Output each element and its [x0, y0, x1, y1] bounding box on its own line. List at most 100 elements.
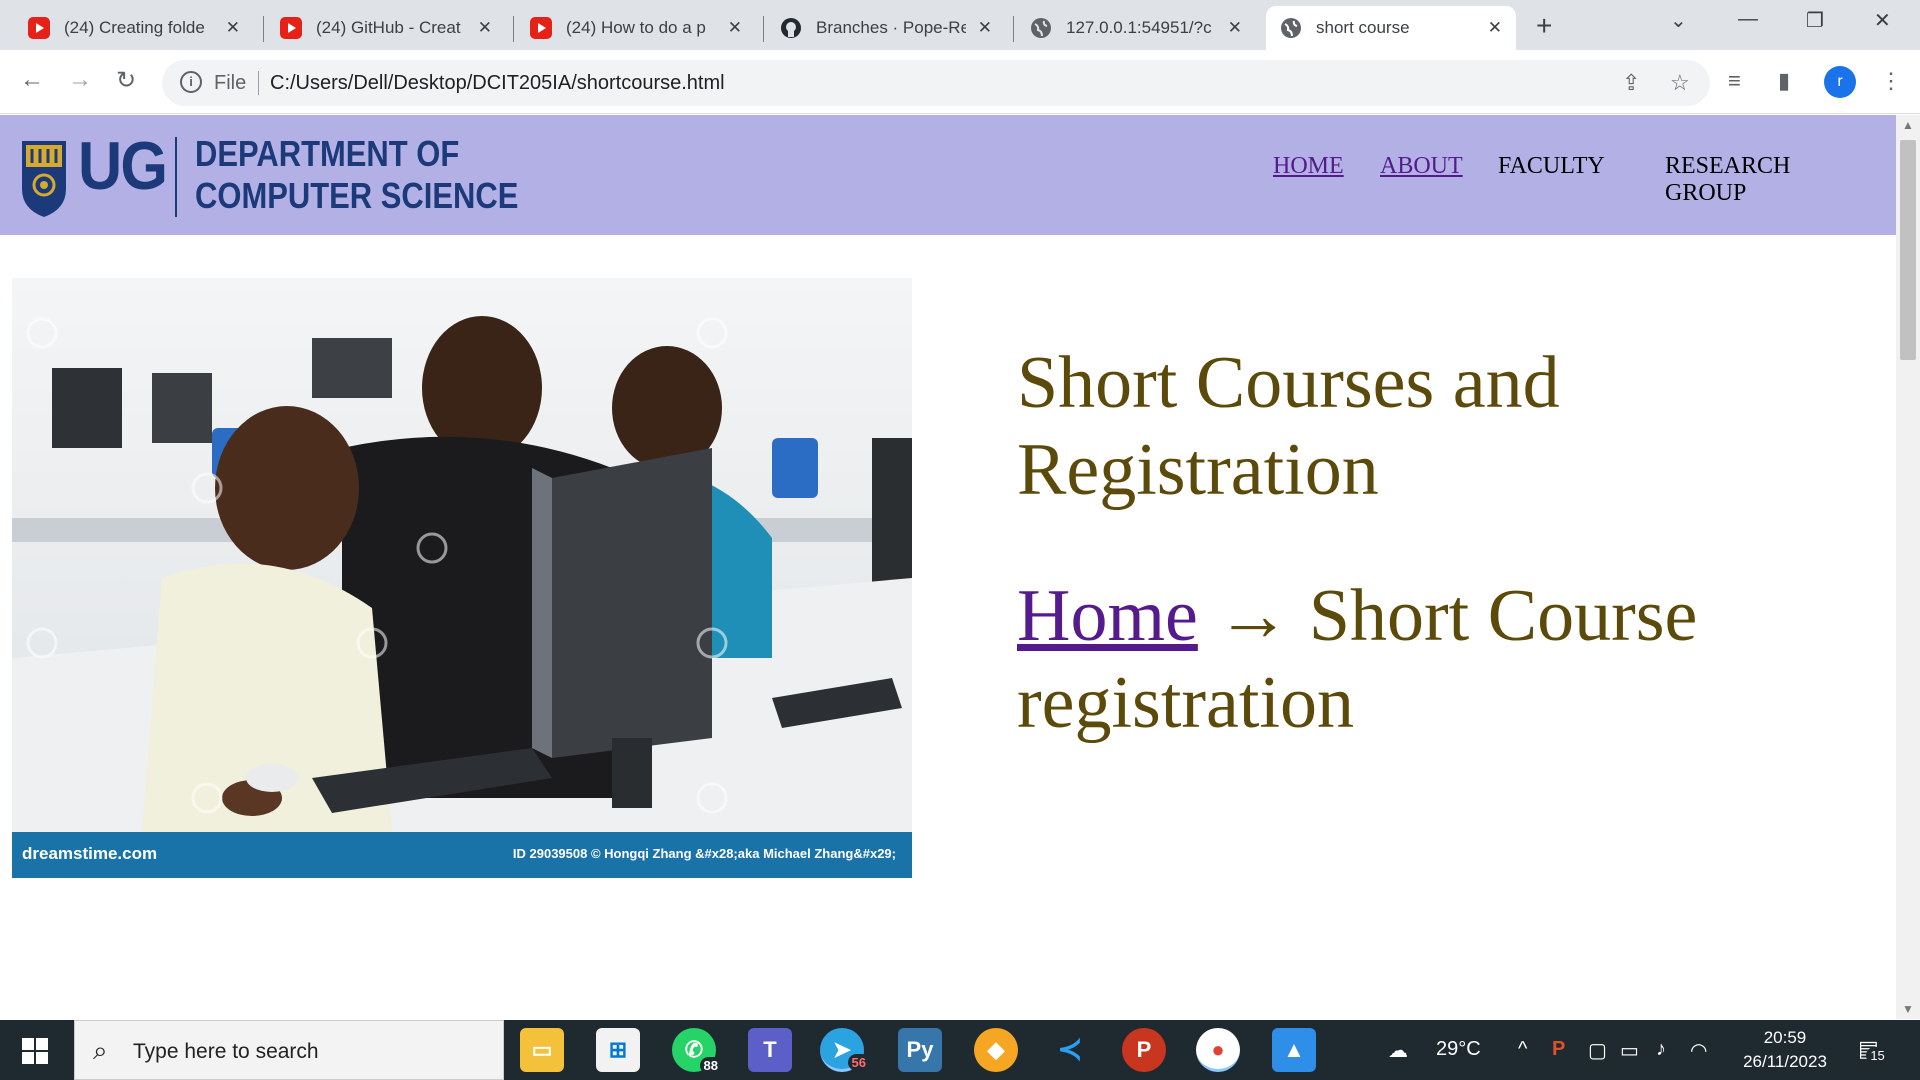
psiphon-icon[interactable]: P [1122, 1028, 1166, 1072]
taskbar-search[interactable]: ⌕ Type here to search [74, 1020, 504, 1080]
tab-title: Branches · Pope-Re [816, 18, 966, 37]
photos-icon[interactable]: ▲ [1272, 1028, 1316, 1072]
breadcrumb-arrow: → [1216, 575, 1291, 657]
menu-dots-icon[interactable]: ⋮ [1880, 68, 1902, 94]
address-bar[interactable]: i File C:/Users/Dell/Desktop/DCIT205IA/s… [162, 60, 1710, 106]
department-line-2: COMPUTER SCIENCE [195, 175, 519, 216]
side-panel-icon[interactable]: ▮ [1778, 68, 1790, 94]
restore-button[interactable]: ❐ [1806, 8, 1824, 33]
youtube-icon [28, 17, 50, 39]
volume-icon[interactable]: ♪ [1656, 1038, 1666, 1061]
department-name: DEPARTMENT OF COMPUTER SCIENCE [195, 133, 518, 217]
github-icon [780, 17, 802, 39]
share-icon[interactable]: ⇪ [1622, 70, 1640, 96]
teams-icon[interactable]: T [748, 1028, 792, 1072]
close-icon[interactable]: ✕ [1228, 18, 1242, 38]
whatsapp-icon[interactable]: ✆ 88 [672, 1028, 722, 1074]
nav-research-line-2: GROUP [1665, 180, 1747, 206]
tab-title: (24) How to do a p [566, 18, 706, 37]
close-icon[interactable]: ✕ [728, 18, 742, 38]
tab-title: 127.0.0.1:54951/?c [1066, 18, 1212, 37]
tab-localhost[interactable]: 127.0.0.1:54951/?c ✕ [1016, 6, 1256, 50]
ug-crest-icon [22, 141, 66, 217]
stock-watermark: dreamstime.com [22, 844, 158, 863]
globe-icon [1280, 17, 1302, 39]
vscode-icon[interactable]: ≺ [1048, 1028, 1092, 1072]
site-header: UG DEPARTMENT OF COMPUTER SCIENCE HOME A… [0, 115, 1896, 235]
youtube-icon [530, 17, 552, 39]
close-icon[interactable]: ✕ [1488, 18, 1502, 38]
whatsapp-badge: 88 [699, 1057, 722, 1074]
stock-credit-bar: dreamstime.com ID 29039508 © Hongqi Zhan… [12, 832, 912, 878]
tab-youtube-3[interactable]: (24) How to do a p ✕ [516, 6, 756, 50]
breadcrumb-home-link[interactable]: Home [1017, 575, 1198, 657]
browser-tabstrip: (24) Creating folde ✕ (24) GitHub - Crea… [0, 0, 1920, 50]
notification-center-icon[interactable]: ▤ 15 [1858, 1036, 1889, 1064]
page-title: Short Courses and Registration [1017, 342, 1560, 511]
python-icon[interactable]: Py [898, 1028, 942, 1072]
scheme-label: File [214, 72, 247, 94]
address-divider [258, 71, 259, 95]
windows-start-icon[interactable] [22, 1038, 48, 1064]
nav-research-group[interactable]: RESEARCH GROUP [1665, 153, 1790, 207]
clock[interactable]: 20:59 26/11/2023 [1730, 1026, 1840, 1074]
brave-browser-icon[interactable]: ◆ [974, 1028, 1018, 1072]
clock-date: 26/11/2023 [1743, 1052, 1827, 1071]
bookmark-star-icon[interactable]: ☆ [1670, 70, 1690, 96]
nav-about-link[interactable]: ABOUT [1380, 153, 1463, 179]
tab-youtube-2[interactable]: (24) GitHub - Creat ✕ [266, 6, 506, 50]
nav-home-link[interactable]: HOME [1273, 153, 1344, 179]
tab-divider [1013, 16, 1014, 42]
hero-image: dreamstime.com ID 29039508 © Hongqi Zhan… [12, 278, 912, 878]
globe-icon [1030, 17, 1052, 39]
wifi-icon[interactable]: ◠ [1690, 1038, 1707, 1063]
nav-about[interactable]: ABOUT [1380, 153, 1463, 180]
close-window-button[interactable]: ✕ [1874, 8, 1891, 33]
back-button[interactable]: ← [20, 66, 44, 94]
scroll-down-icon[interactable]: ▼ [1902, 1002, 1914, 1016]
search-icon: ⌕ [93, 1035, 108, 1065]
microsoft-store-icon[interactable]: ⊞ [596, 1028, 640, 1072]
tab-title: (24) Creating folde [64, 18, 205, 37]
reload-button[interactable]: ↻ [116, 66, 136, 95]
weather-temp[interactable]: 29°C [1436, 1038, 1481, 1061]
tab-divider [263, 16, 264, 42]
notification-count: 15 [1866, 1047, 1889, 1064]
nav-faculty[interactable]: FACULTY [1498, 153, 1605, 180]
search-placeholder: Type here to search [133, 1040, 319, 1063]
battery-icon[interactable]: ▭ [1620, 1038, 1639, 1063]
file-explorer-icon[interactable]: ▭ [520, 1028, 564, 1072]
windows-taskbar: ⌕ Type here to search ▭ ⊞ ✆ 88 T ➤ 56 Py… [0, 1020, 1920, 1080]
logo-divider [175, 137, 177, 217]
profile-avatar[interactable]: r [1824, 66, 1856, 98]
tab-short-course[interactable]: short course ✕ [1266, 6, 1516, 50]
tab-divider [763, 16, 764, 42]
close-icon[interactable]: ✕ [978, 18, 992, 38]
tab-youtube-1[interactable]: (24) Creating folde ✕ [14, 6, 254, 50]
computer-lab-photo [12, 278, 912, 832]
forward-button[interactable]: → [68, 66, 92, 94]
new-tab-button[interactable]: + [1536, 10, 1552, 42]
clock-time: 20:59 [1763, 1028, 1807, 1047]
close-icon[interactable]: ✕ [226, 18, 240, 38]
info-icon[interactable]: i [180, 71, 202, 93]
stock-credit: ID 29039508 © Hongqi Zhang &#x28;aka Mic… [512, 846, 896, 861]
nav-research-line-1: RESEARCH [1665, 153, 1791, 179]
weather-cloud-icon[interactable]: ☁ [1388, 1038, 1408, 1063]
reading-list-icon[interactable]: ≡ [1728, 68, 1741, 94]
breadcrumb: Home → Short Course registration [1017, 573, 1777, 747]
tab-title: short course [1316, 18, 1410, 37]
telegram-icon[interactable]: ➤ 56 [820, 1028, 870, 1072]
device-icon[interactable]: ▢ [1588, 1038, 1607, 1063]
show-hidden-icons-icon[interactable]: ^ [1518, 1038, 1527, 1061]
nav-home[interactable]: HOME [1273, 153, 1344, 180]
scrollbar-thumb[interactable] [1900, 140, 1916, 360]
minimize-button[interactable]: — [1738, 8, 1758, 31]
psiphon-tray-icon[interactable]: P [1552, 1038, 1565, 1061]
close-icon[interactable]: ✕ [478, 18, 492, 38]
chrome-icon[interactable]: ● [1196, 1028, 1240, 1072]
tab-github[interactable]: Branches · Pope-Re ✕ [766, 6, 1006, 50]
tab-search-icon[interactable]: ⌄ [1670, 8, 1687, 33]
scroll-up-icon[interactable]: ▲ [1902, 118, 1914, 132]
url-text[interactable]: C:/Users/Dell/Desktop/DCIT205IA/shortcou… [270, 72, 725, 95]
